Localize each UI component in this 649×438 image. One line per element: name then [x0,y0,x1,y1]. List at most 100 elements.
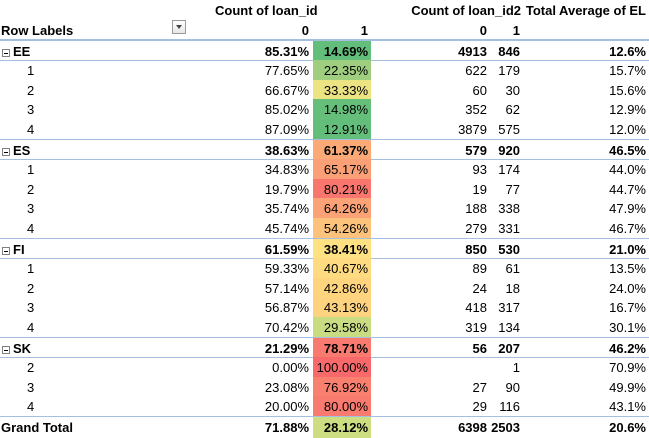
row-label: 3 [0,377,215,398]
row-label: 4 [0,317,215,338]
count-1-cell: 30 [505,83,520,98]
row-label: 2 [0,80,215,101]
detail-row[interactable]: 4 87.09% 12.91% 3879 575 12.0% [0,119,649,140]
count-0-cell: 29 [472,399,487,414]
collapse-icon[interactable] [2,48,10,57]
pct-0-cell: 38.63% [264,143,309,158]
pct-0-cell: 85.02% [264,102,309,117]
count-0-cell: 24 [472,281,487,296]
avg-el-cell: 30.1% [609,320,646,335]
count-1-cell: 134 [498,320,520,335]
avg-el-cell: 70.9% [609,360,646,375]
pct-1-cell: 28.12% [313,417,371,438]
avg-el-cell: 20.6% [609,420,646,435]
column-header-0: 0 [301,23,309,38]
collapse-icon[interactable] [2,345,10,354]
pct-1-cell: 76.92% [313,377,371,398]
row-label-text: 2 [27,83,35,98]
detail-row[interactable]: 1 59.33% 40.67% 89 61 13.5% [0,258,649,279]
avg-el-cell: 43.1% [609,399,646,414]
count-0-cell: 93 [472,162,487,177]
row-label: 3 [0,99,215,120]
pct-0-cell: 66.67% [264,83,309,98]
group-row[interactable]: ES 38.63% 61.37% 579 920 46.5% [0,139,649,161]
detail-row[interactable]: 3 85.02% 14.98% 352 62 12.9% [0,99,649,120]
header-total-average-el: Total Average of EL [525,3,646,18]
detail-row[interactable]: 2 0.00% 100.00% 1 70.9% [0,357,649,378]
count-1-cell: 116 [499,399,520,414]
pct-1-cell: 43.13% [313,297,371,318]
pct-0-cell: 20.00% [264,399,309,414]
detail-row[interactable]: 4 45.74% 54.26% 279 331 46.7% [0,218,649,239]
count-0-cell: 6398 [458,420,487,435]
row-label: 3 [0,297,215,318]
row-label-text: 3 [27,300,35,315]
detail-row[interactable]: 2 57.14% 42.86% 24 18 24.0% [0,278,649,299]
row-label: 4 [0,119,215,140]
group-row[interactable]: SK 21.29% 78.71% 56 207 46.2% [0,337,649,359]
pct-1-cell: 38.41% [313,239,371,260]
row-label: 2 [0,179,215,200]
row-label: 2 [0,357,215,378]
avg-el-cell: 49.9% [609,380,646,395]
pct-0-cell: 0.00% [272,360,309,375]
count-0-cell: 19 [472,182,487,197]
pct-1-cell: 80.00% [313,396,371,417]
pct-1-cell: 14.69% [313,41,371,62]
row-label: 2 [0,278,215,299]
count-0-cell: 3879 [458,122,487,137]
detail-row[interactable]: 2 66.67% 33.33% 60 30 15.6% [0,80,649,101]
pct-1-cell: 14.98% [313,99,371,120]
row-label: 4 [0,396,215,417]
row-label-text: 4 [27,221,35,236]
pct-1-cell: 33.33% [313,80,371,101]
row-label: SK [0,338,215,359]
row-label-text: 3 [27,201,35,216]
pct-0-cell: 19.79% [264,182,309,197]
row-label-text: EE [13,44,31,59]
row-label-text: 2 [27,281,35,296]
row-label-text: 3 [27,380,35,395]
group-row[interactable]: EE 85.31% 14.69% 4913 846 12.6% [0,40,649,62]
collapse-icon[interactable] [2,147,10,156]
pct-0-cell: 35.74% [264,201,309,216]
detail-row[interactable]: 4 20.00% 80.00% 29 116 43.1% [0,396,649,417]
detail-row[interactable]: 3 56.87% 43.13% 418 317 16.7% [0,297,649,318]
row-label: 3 [0,198,215,219]
row-labels-filter-dropdown-icon[interactable] [172,20,186,34]
group-row[interactable]: FI 61.59% 38.41% 850 530 21.0% [0,238,649,260]
header-row-titles: Count of loan_id Count of loan_id2 Total… [0,0,649,21]
count-1-cell: 338 [498,201,520,216]
collapse-icon[interactable] [2,246,10,255]
pct-1-cell: 80.21% [313,179,371,200]
detail-row[interactable]: 3 35.74% 64.26% 188 338 47.9% [0,198,649,219]
count-0-cell: 56 [472,341,487,356]
row-label-text: 1 [27,162,35,177]
row-label-text: 4 [27,122,35,137]
count-1-cell: 317 [498,300,520,315]
grand-total-row[interactable]: Grand Total 71.88% 28.12% 6398 2503 20.6% [0,416,649,438]
count-0-cell [371,357,490,378]
avg-el-cell: 44.7% [609,182,646,197]
row-label-text: 4 [27,320,35,335]
detail-row[interactable]: 3 23.08% 76.92% 27 90 49.9% [0,377,649,398]
detail-row[interactable]: 1 77.65% 22.35% 622 179 15.7% [0,60,649,81]
count-1-cell: 920 [498,143,520,158]
pct-0-cell: 87.09% [264,122,309,137]
row-label-text: 1 [27,261,35,276]
column-header-1b: 1 [512,23,520,38]
row-label: EE [0,41,215,62]
pct-1-cell: 12.91% [313,119,371,140]
count-1-cell: 331 [498,221,520,236]
detail-row[interactable]: 1 34.83% 65.17% 93 174 44.0% [0,159,649,180]
pct-0-cell: 57.14% [264,281,309,296]
count-0-cell: 60 [472,83,487,98]
avg-el-cell: 24.0% [609,281,646,296]
detail-row[interactable]: 2 19.79% 80.21% 19 77 44.7% [0,179,649,200]
detail-row[interactable]: 4 70.42% 29.58% 319 134 30.1% [0,317,649,338]
avg-el-cell: 46.7% [609,221,646,236]
row-label: 1 [0,159,215,180]
avg-el-cell: 16.7% [609,300,646,315]
pct-0-cell: 61.59% [264,242,309,257]
count-1-cell: 62 [505,102,520,117]
